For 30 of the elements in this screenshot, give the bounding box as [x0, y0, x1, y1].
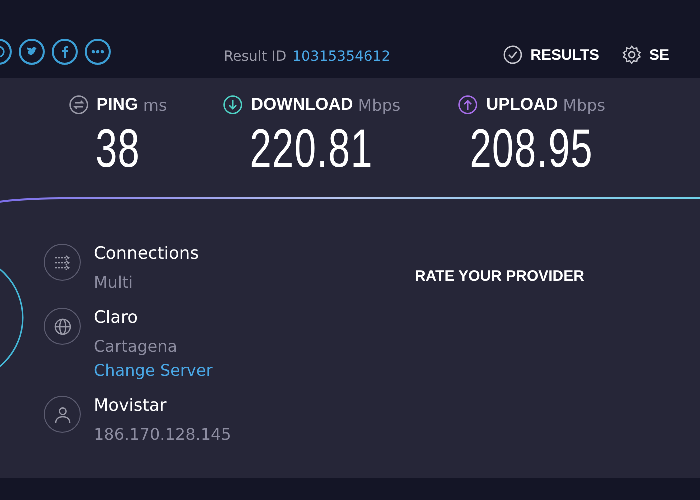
settings-button[interactable]: SE [622, 45, 670, 65]
detail-subtitle: Cartagena [94, 337, 179, 356]
result-label: Result ID [224, 49, 287, 65]
metric-name: PING [96, 95, 138, 115]
more-button[interactable] [85, 39, 111, 65]
detail-title: Connections [94, 244, 200, 264]
bird-button[interactable] [19, 39, 45, 65]
metric-unit: Mbps [563, 96, 606, 114]
detail-subtitle: 186.170.128.145 [94, 425, 232, 444]
arrows-icon [54, 254, 72, 270]
detail-title: Movistar [94, 396, 168, 416]
detail-title: Claro [94, 308, 140, 328]
settings-icon [622, 45, 642, 65]
change-server-link[interactable]: Change Server [94, 361, 213, 380]
rate-provider-heading: RATE YOUR PROVIDER [415, 268, 584, 286]
f-letter-button[interactable] [52, 39, 78, 65]
metric-value: 208.95 [470, 121, 594, 177]
metric-name: UPLOAD [486, 95, 558, 115]
metric-name: DOWNLOAD [251, 95, 354, 115]
person-icon [54, 406, 72, 424]
metric-unit: ms [143, 96, 168, 114]
metric-unit: Mbps [358, 96, 401, 114]
result-id-link[interactable]: 10315354612 [292, 49, 391, 65]
globe-icon [54, 318, 72, 336]
metric-value: 38 [96, 121, 140, 177]
metric-value: 220.81 [250, 121, 374, 177]
check-circle-icon [502, 45, 523, 65]
results-button[interactable]: RESULTS [502, 45, 600, 65]
detail-subtitle: Multi [94, 273, 134, 292]
swap-arrows-icon [68, 95, 89, 115]
